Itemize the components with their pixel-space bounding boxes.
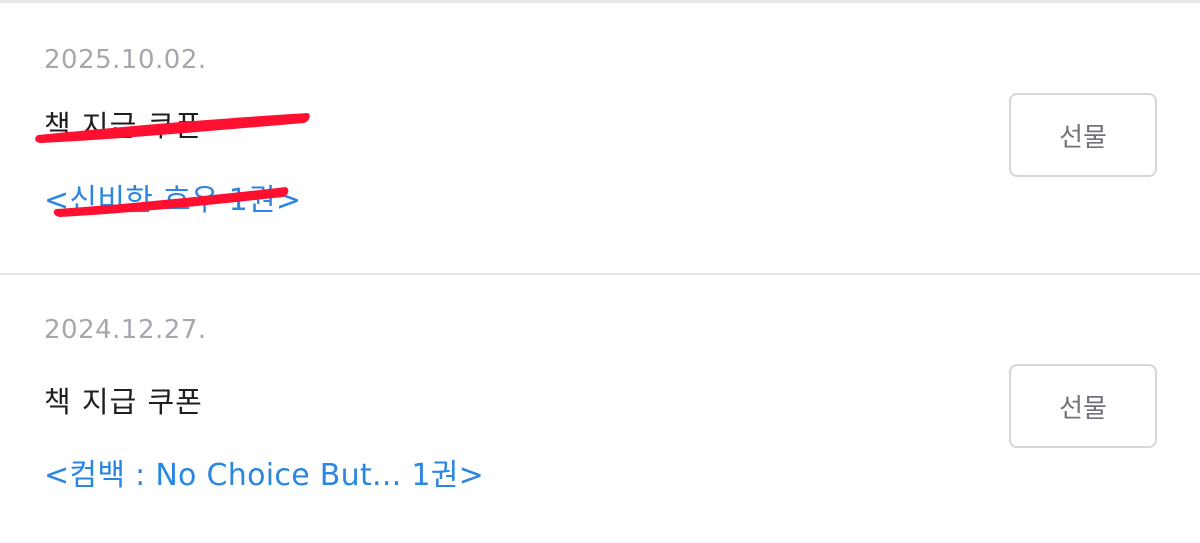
book-title-link[interactable]: <컴백 : No Choice But... 1권>: [44, 450, 484, 494]
issue-date: 2025.10.02.: [44, 45, 207, 75]
coupon-title: 책 지급 쿠폰: [44, 109, 203, 143]
coupon-item: 2024.12.27. 책 지급 쿠폰 <컴백 : No Choice But.…: [0, 275, 1200, 543]
gift-button[interactable]: 선물: [1009, 364, 1157, 448]
coupon-title: 책 지급 쿠폰: [44, 385, 203, 419]
coupon-item: 2025.10.02. 책 지급 쿠폰 <신비한 호우 1권> 선물: [0, 3, 1200, 275]
issue-date: 2024.12.27.: [44, 315, 207, 345]
gift-button[interactable]: 선물: [1009, 93, 1157, 177]
book-title-link[interactable]: <신비한 호우 1권>: [44, 175, 301, 219]
